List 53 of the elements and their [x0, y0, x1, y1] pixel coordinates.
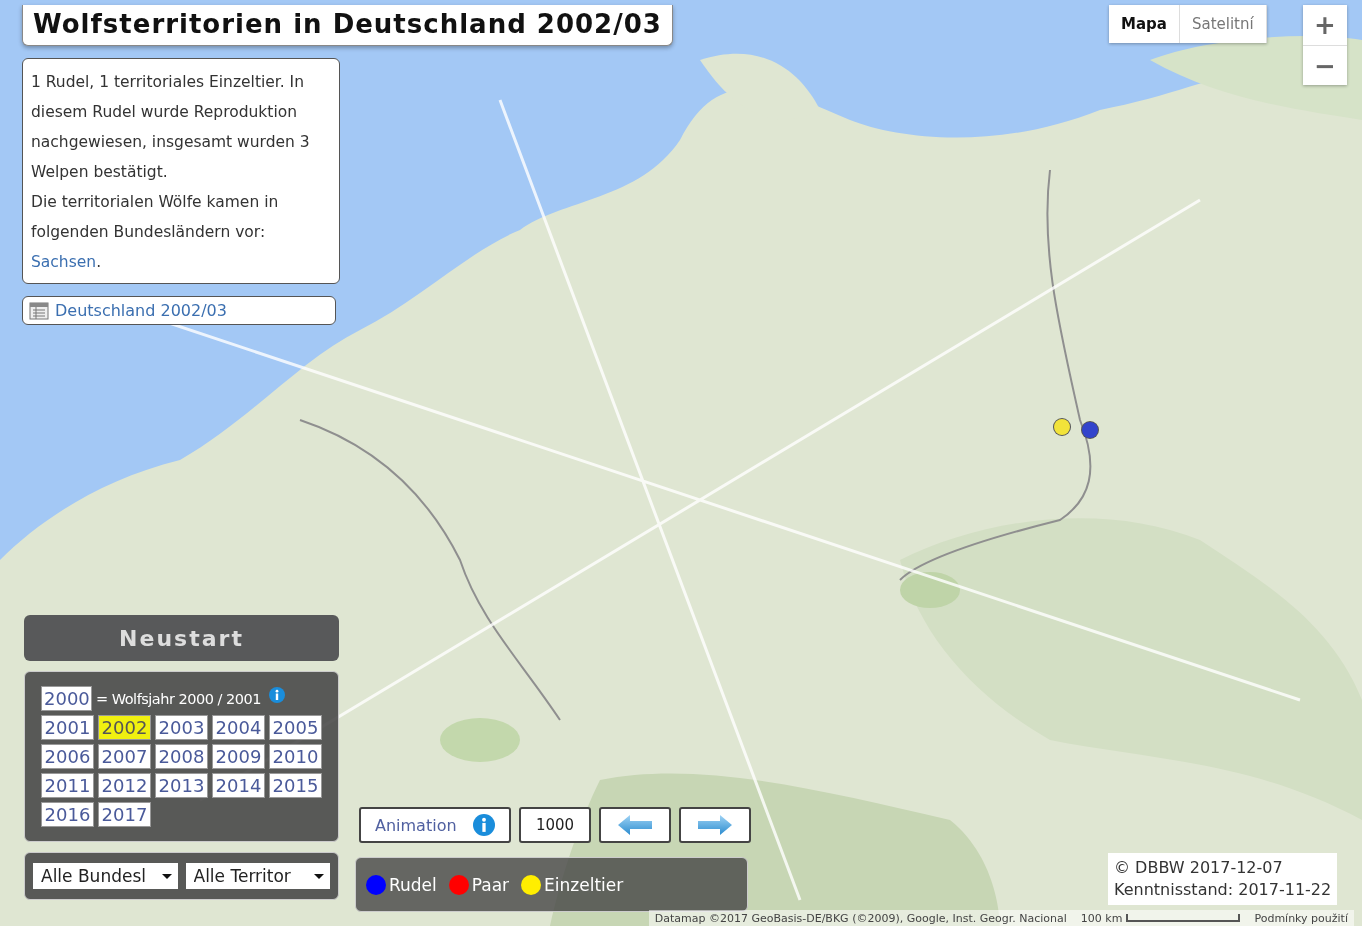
- map-title: Wolfsterritorien in Deutschland 2002/03: [22, 5, 673, 46]
- dropdown[interactable]: Alle Territor: [185, 863, 330, 889]
- caret-icon: [314, 873, 324, 879]
- year-legend: = Wolfsjahr 2000 / 2001: [96, 690, 261, 707]
- legend-label: Paar: [471, 874, 510, 895]
- year-button[interactable]: 2011: [41, 773, 94, 798]
- restart-button[interactable]: Neustart: [24, 615, 339, 661]
- year-button[interactable]: 2014: [212, 773, 265, 798]
- forward-button[interactable]: [679, 807, 751, 843]
- dropdown[interactable]: Alle Bundesl: [33, 863, 178, 889]
- back-button[interactable]: [599, 807, 671, 843]
- scale-label: 100 km: [1080, 911, 1123, 925]
- year-button[interactable]: 2012: [98, 773, 151, 798]
- terms-link[interactable]: Podmínky použití: [1254, 911, 1348, 925]
- info-icon: [473, 814, 495, 836]
- caret-icon: [161, 873, 172, 879]
- info-icon: [268, 686, 285, 703]
- zoom-in-button[interactable]: +: [1303, 5, 1347, 45]
- year-button[interactable]: 2003: [155, 715, 208, 740]
- interval-field[interactable]: 1000: [519, 807, 591, 843]
- left-arrow-icon: [618, 815, 652, 835]
- year-button[interactable]: 2017: [98, 802, 151, 827]
- copyright-text: Kenntnisstand: 2017-11-22: [1114, 879, 1332, 901]
- year-button[interactable]: 2009: [212, 744, 265, 769]
- right-arrow-icon: [698, 815, 732, 835]
- year-button[interactable]: 2001: [41, 715, 94, 740]
- year-button[interactable]: 2015: [269, 773, 322, 798]
- year-button[interactable]: 2013: [155, 773, 208, 798]
- animation-button[interactable]: Animation: [359, 807, 511, 843]
- legend-label: Rudel: [389, 874, 437, 895]
- year-button[interactable]: 2007: [98, 744, 151, 769]
- map-type-tab[interactable]: Mapa: [1109, 5, 1180, 43]
- info-text: .: [96, 253, 102, 271]
- table-icon: [29, 301, 49, 320]
- year-button[interactable]: 2008: [155, 744, 208, 769]
- year-button[interactable]: 2002: [98, 715, 151, 740]
- legend-label: Einzeltier: [544, 874, 624, 895]
- map-attribution: Datamap ©2017 GeoBasis-DE/BKG (©2009), Google, Inst. Geogr. Nacional: [654, 911, 1067, 925]
- copyright-text: © DBBW 2017-12-07: [1114, 857, 1284, 879]
- table-link[interactable]: Deutschland 2002/03: [55, 301, 227, 320]
- map-type-tab[interactable]: Satelitní: [1179, 5, 1267, 43]
- info-text: Die territorialen Wölfe kamen in folgenden Bundesländern vor:: [31, 192, 280, 243]
- info-text: 1 Rudel, 1 territoriales Einzeltier. In diesem Rudel wurde Reproduktion nachgewiesen, insgesamt wurden 3 Welpen bestätigt.: [31, 72, 311, 183]
- year-button[interactable]: 2006: [41, 744, 94, 769]
- wolf-marker[interactable]: [1082, 422, 1098, 438]
- wolf-marker[interactable]: [1054, 419, 1070, 435]
- year-button[interactable]: 2004: [212, 715, 265, 740]
- year-button[interactable]: 2005: [269, 715, 322, 740]
- year-button[interactable]: 2016: [41, 802, 94, 827]
- year-button[interactable]: 2000: [41, 686, 92, 711]
- zoom-out-button[interactable]: −: [1303, 45, 1347, 85]
- year-button[interactable]: 2010: [269, 744, 322, 769]
- state-link[interactable]: Sachsen: [31, 253, 97, 271]
